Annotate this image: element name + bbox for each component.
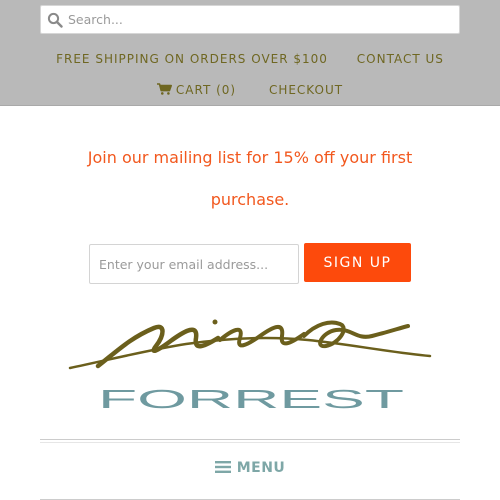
top-nav-row-1: FREE SHIPPING ON ORDERS OVER $100 CONTAC… — [0, 52, 500, 66]
promo-line-2: purchase. — [210, 190, 290, 209]
menu-divider-top — [40, 439, 460, 440]
menu-toggle-button[interactable]: MENU — [0, 460, 500, 476]
cart-icon — [156, 83, 172, 95]
search-input[interactable] — [68, 6, 453, 33]
cart-label: CART (0) — [175, 83, 237, 97]
checkout-link[interactable]: CHECKOUT — [269, 83, 343, 97]
contact-us-link[interactable]: CONTACT US — [357, 52, 444, 66]
free-shipping-link[interactable]: FREE SHIPPING ON ORDERS OVER $100 — [56, 52, 328, 66]
sign-up-button[interactable]: SIGN UP — [304, 243, 411, 282]
hamburger-icon — [214, 461, 231, 473]
logo-script — [68, 319, 432, 370]
search-box[interactable] — [40, 5, 460, 34]
newsletter-promo: Join our mailing list for 15% off your f… — [0, 137, 500, 221]
nina-forrest-logo: FORREST — [68, 319, 432, 414]
email-field[interactable] — [89, 244, 299, 284]
promo-line-1: Join our mailing list for 15% off your f… — [87, 148, 413, 167]
top-bar: FREE SHIPPING ON ORDERS OVER $100 CONTAC… — [0, 0, 500, 106]
menu-label: MENU — [236, 460, 286, 476]
menu-divider-top-inner — [40, 442, 460, 443]
logo-wordmark: FORREST — [98, 384, 404, 414]
search-icon — [47, 12, 63, 28]
top-nav-row-2: CART (0) CHECKOUT — [0, 83, 500, 97]
cart-link[interactable]: CART (0) — [156, 83, 237, 97]
